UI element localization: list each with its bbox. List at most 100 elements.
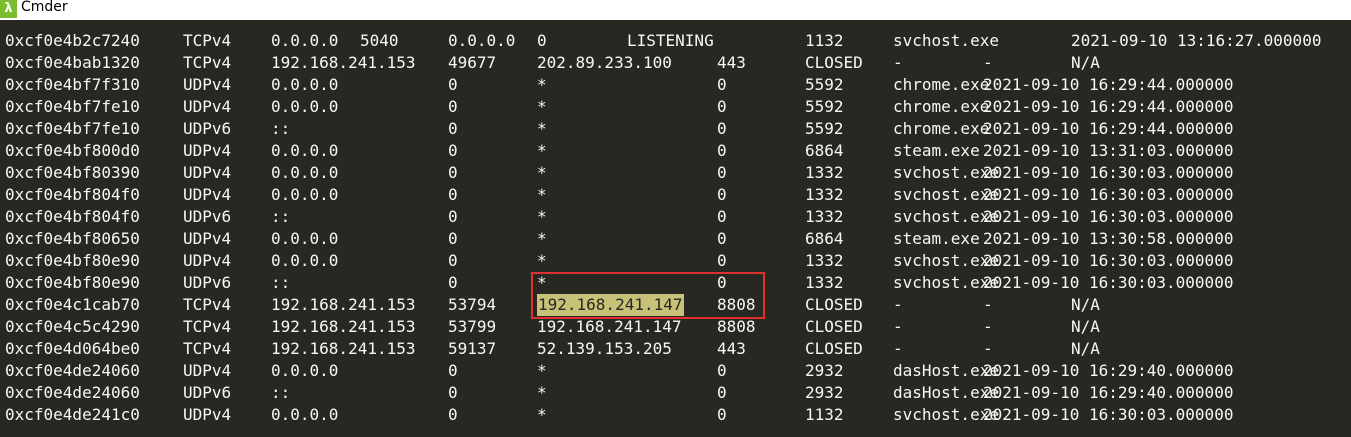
cell-lport: 49677 xyxy=(448,53,497,72)
cell-fport: 443 xyxy=(717,53,746,72)
cell-laddr: 0.0.0.0 xyxy=(271,251,339,270)
cell-lport: 59137 xyxy=(448,339,497,358)
cell-faddr: * xyxy=(537,75,547,94)
cell-laddr: 192.168.241.153 xyxy=(271,295,416,314)
table-row: 0xcf0e4bf7fe10 UDPv4 0.0.0.0 0 * 0 5592 chrome.… xyxy=(0,96,1351,118)
cell-pid: 1332 xyxy=(805,207,844,226)
table-row: 0xcf0e4bf80e90 UDPv4 0.0.0.0 0 * 0 1332 svchost… xyxy=(0,250,1351,272)
cell-faddr: * xyxy=(537,251,547,270)
cell-faddr: * xyxy=(537,383,547,402)
cell-proto: TCPv4 xyxy=(183,317,232,336)
cell-faddr: * xyxy=(537,141,547,160)
cell-owner: - xyxy=(983,53,993,72)
cell-laddr: 192.168.241.153 xyxy=(271,317,416,336)
table-row: 0xcf0e4de24060 UDPv6:: 0 * 0 2932 dasHost.exe 2… xyxy=(0,382,1351,404)
cell-proto: UDPv4 xyxy=(183,229,232,248)
table-row: 0xcf0e4de241c0 UDPv4 0.0.0.0 0 * 0 1132 svchost… xyxy=(0,404,1351,426)
cell-faddr: 192.168.241.147 xyxy=(537,317,682,336)
cell-faddr: 0.0.0.0 xyxy=(448,31,516,50)
cell-fport: 0 xyxy=(717,207,727,226)
cell-lport: 0 xyxy=(448,119,458,138)
cell-proto: UDPv6 xyxy=(183,383,232,402)
cell-faddr: * xyxy=(537,97,547,116)
cell-proto: UDPv4 xyxy=(183,141,232,160)
cell-pid: - xyxy=(893,295,903,314)
cell-faddr: 52.139.153.205 xyxy=(537,339,672,358)
cell-created: N/A xyxy=(1071,339,1100,358)
cell-proto: UDPv6 xyxy=(183,273,232,292)
cell-faddr: * xyxy=(537,119,547,138)
cell-owner: - xyxy=(983,295,993,314)
cell-lport: 0 xyxy=(448,163,458,182)
table-row: 0xcf0e4c5c4290 TCPv4 192.168.241.153 53799 1… xyxy=(0,316,1351,338)
cell-laddr: 0.0.0.0 xyxy=(271,405,339,424)
cell-proto: UDPv6 xyxy=(183,207,232,226)
cell-state: LISTENING xyxy=(627,31,714,50)
cell-owner: svchost.exe xyxy=(893,31,999,50)
cell-pid: 1332 xyxy=(805,273,844,292)
cell-created: 2021-09-10 16:30:03.000000 xyxy=(983,405,1234,424)
cell-lport: 0 xyxy=(448,141,458,160)
cell-state: CLOSED xyxy=(805,339,863,358)
cell-created: 2021-09-10 16:29:40.000000 xyxy=(983,361,1234,380)
terminal-output[interactable]: 0xcf0e4b2c7240 TCPv4 0.0.0.0 5040 0.0.0.0 0 11… xyxy=(0,20,1351,437)
cell-created: N/A xyxy=(1071,53,1100,72)
table-row: 0xcf0e4bf804f0 UDPv6:: 0 * 0 1332 svchost.exe 2… xyxy=(0,206,1351,228)
cell-offset: 0xcf0e4bf80e90 xyxy=(5,251,140,270)
cell-fport: 0 xyxy=(537,31,547,50)
cell-created: 2021-09-10 16:29:44.000000 xyxy=(983,75,1234,94)
table-row: 0xcf0e4bf7f310 UDPv4 0.0.0.0 0 * 0 5592 chrome.… xyxy=(0,74,1351,96)
cell-proto: TCPv4 xyxy=(183,53,232,72)
cell-state: CLOSED xyxy=(805,317,863,336)
cell-offset: 0xcf0e4bf80e90 xyxy=(5,273,140,292)
table-row: 0xcf0e4bab1320 TCPv4 192.168.241.153 49677 2… xyxy=(0,52,1351,74)
cell-lport: 0 xyxy=(448,361,458,380)
cell-lport: 0 xyxy=(448,405,458,424)
cell-proto: UDPv4 xyxy=(183,251,232,270)
table-row: 0xcf0e4de24060 UDPv4 0.0.0.0 0 * 0 2932 dasHost… xyxy=(0,360,1351,382)
table-row: 0xcf0e4bf80650 UDPv4 0.0.0.0 0 * 0 6864 steam.e… xyxy=(0,228,1351,250)
cell-fport: 0 xyxy=(717,185,727,204)
cell-owner: chrome.exe xyxy=(893,119,990,138)
table-row: 0xcf0e4bf804f0 UDPv4 0.0.0.0 0 * 0 1332 svchost… xyxy=(0,184,1351,206)
cell-created: 2021-09-10 13:30:58.000000 xyxy=(983,229,1234,248)
cell-pid: 5592 xyxy=(805,75,844,94)
cell-state: CLOSED xyxy=(805,295,863,314)
cell-owner: steam.exe xyxy=(893,141,980,160)
cell-created: 2021-09-10 16:30:03.000000 xyxy=(983,185,1234,204)
cell-created: 2021-09-10 13:16:27.000000 xyxy=(1071,31,1322,50)
cell-offset: 0xcf0e4de24060 xyxy=(5,383,140,402)
cell-created: N/A xyxy=(1071,295,1100,314)
cell-laddr: :: xyxy=(271,273,291,292)
cell-proto: UDPv4 xyxy=(183,75,232,94)
cell-offset: 0xcf0e4de24060 xyxy=(5,361,140,380)
cell-offset: 0xcf0e4c1cab70 xyxy=(5,295,140,314)
cell-pid: 1332 xyxy=(805,251,844,270)
cell-faddr: * xyxy=(537,229,547,248)
cell-state: CLOSED xyxy=(805,53,863,72)
cell-fport: 0 xyxy=(717,383,727,402)
cell-fport: 0 xyxy=(717,251,727,270)
cell-offset: 0xcf0e4c5c4290 xyxy=(5,317,140,336)
cell-fport: 0 xyxy=(717,119,727,138)
cell-fport: 8808 xyxy=(717,295,756,314)
cell-pid: 6864 xyxy=(805,141,844,160)
cell-offset: 0xcf0e4b2c7240 xyxy=(5,31,140,50)
cell-lport: 53799 xyxy=(448,317,497,336)
cell-faddr: 192.168.241.147 xyxy=(537,294,684,316)
cell-fport: 8808 xyxy=(717,317,756,336)
cell-proto: UDPv4 xyxy=(183,405,232,424)
cell-pid: 6864 xyxy=(805,229,844,248)
cell-lport: 0 xyxy=(448,273,458,292)
cell-faddr: * xyxy=(537,163,547,182)
cell-laddr: 0.0.0.0 xyxy=(271,163,339,182)
cell-fport: 0 xyxy=(717,75,727,94)
cell-laddr: 192.168.241.153 xyxy=(271,339,416,358)
cell-created: 2021-09-10 16:30:03.000000 xyxy=(983,163,1234,182)
cell-owner: chrome.exe xyxy=(893,97,990,116)
cell-proto: UDPv4 xyxy=(183,163,232,182)
cell-laddr: 0.0.0.0 xyxy=(271,361,339,380)
cell-created: 2021-09-10 16:29:44.000000 xyxy=(983,119,1234,138)
cell-created: 2021-09-10 16:30:03.000000 xyxy=(983,273,1234,292)
cell-pid: 1132 xyxy=(805,405,844,424)
